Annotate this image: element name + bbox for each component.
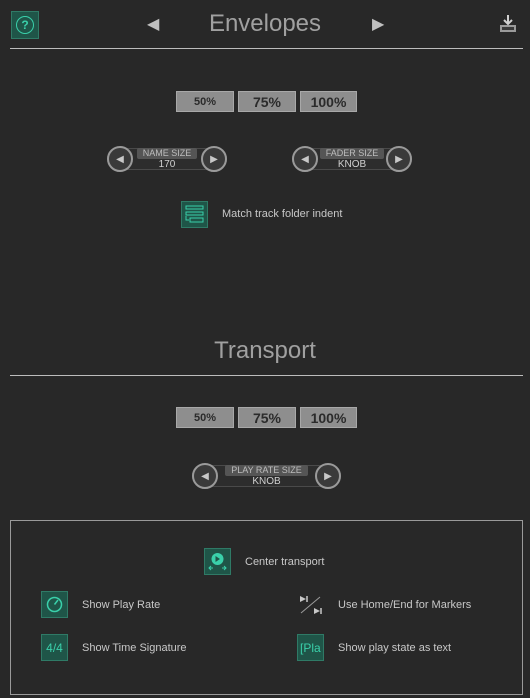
show-play-state-label: Show play state as text: [338, 642, 452, 654]
env-scale-50-button[interactable]: 50%: [176, 91, 234, 112]
name-size-label-group: NAME SIZE 170: [133, 148, 201, 171]
play-rate-size-value: KNOB: [252, 476, 281, 487]
home-end-markers-label: Use Home/End for Markers: [338, 599, 472, 611]
fader-size-label-group: FADER SIZE KNOB: [318, 148, 386, 171]
name-size-decrease-button[interactable]: ◀: [107, 146, 133, 172]
transport-scale-50-button[interactable]: 50%: [176, 407, 234, 428]
play-center-icon: [208, 553, 227, 571]
show-time-signature-label: Show Time Signature: [82, 642, 187, 654]
match-indent-toggle[interactable]: [181, 201, 208, 228]
transport-divider: [10, 375, 523, 376]
save-icon: [500, 15, 516, 32]
next-page-arrow[interactable]: ▶: [372, 14, 384, 34]
fader-size-label: FADER SIZE: [319, 148, 385, 159]
show-play-rate-label: Show Play Rate: [82, 599, 161, 611]
env-scale-100-button[interactable]: 100%: [300, 91, 357, 112]
home-end-icon: [300, 596, 322, 614]
home-end-markers-toggle[interactable]: [297, 591, 324, 618]
center-transport-toggle[interactable]: [204, 548, 231, 575]
transport-scale-75-button[interactable]: 75%: [238, 407, 296, 428]
transport-scale-100-button[interactable]: 100%: [300, 407, 357, 428]
name-size-label: NAME SIZE: [136, 148, 198, 159]
match-indent-label: Match track folder indent: [222, 208, 343, 220]
center-transport-label: Center transport: [245, 556, 325, 568]
header-divider: [10, 48, 523, 49]
play-rate-size-label-group: PLAY RATE SIZE KNOB: [218, 465, 315, 488]
name-size-value: 170: [158, 159, 176, 170]
name-size-increase-button[interactable]: ▶: [201, 146, 227, 172]
envelopes-title: Envelopes: [208, 10, 322, 37]
save-button[interactable]: [497, 13, 519, 35]
fader-size-increase-button[interactable]: ▶: [386, 146, 412, 172]
play-rate-dial-icon: [46, 596, 63, 613]
fader-size-value: KNOB: [337, 159, 367, 170]
time-signature-icon: 4/4: [46, 640, 63, 655]
fader-size-decrease-button[interactable]: ◀: [292, 146, 318, 172]
show-play-state-toggle[interactable]: [Pla: [297, 634, 324, 661]
env-scale-75-button[interactable]: 75%: [238, 91, 296, 112]
play-state-text-icon: [Pla: [300, 640, 321, 655]
play-rate-size-label: PLAY RATE SIZE: [225, 465, 308, 476]
play-rate-size-decrease-button[interactable]: ◀: [192, 463, 218, 489]
transport-title: Transport: [214, 337, 316, 364]
play-rate-size-increase-button[interactable]: ▶: [315, 463, 341, 489]
show-play-rate-toggle[interactable]: [41, 591, 68, 618]
show-time-signature-toggle[interactable]: 4/4: [41, 634, 68, 661]
folder-indent-icon: [185, 205, 204, 223]
